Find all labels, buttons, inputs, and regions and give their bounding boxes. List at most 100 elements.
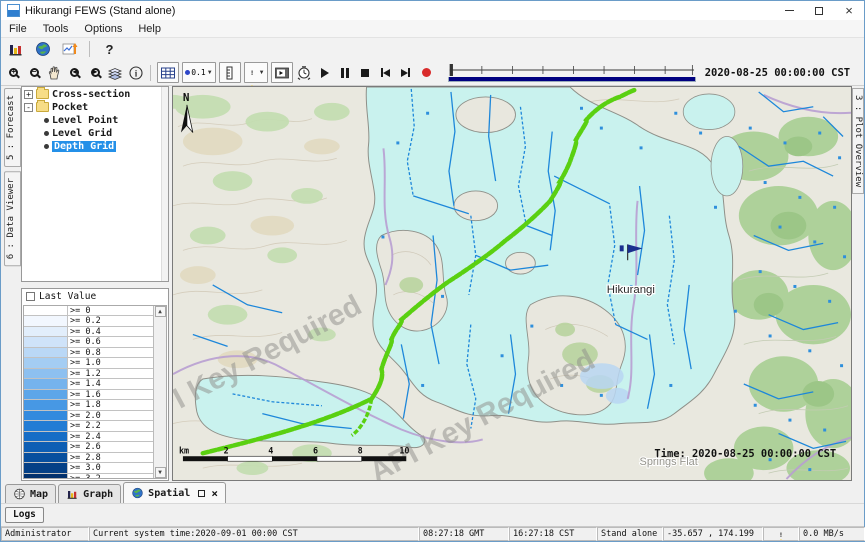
skip-start-button[interactable] — [377, 63, 394, 83]
legend-swatch — [24, 337, 68, 347]
folder-icon — [36, 102, 49, 112]
expander-icon[interactable]: - — [24, 103, 33, 112]
warnings-dropdown[interactable]: ! ▼ — [244, 62, 268, 83]
bottom-tab-bar: Map Graph Spatial × — [1, 481, 864, 503]
close-button[interactable]: × — [834, 1, 864, 20]
tab-label: Graph — [83, 489, 113, 500]
toolbar-separator — [150, 65, 151, 81]
tab-map[interactable]: Map — [5, 484, 56, 503]
grid-display-button[interactable] — [157, 62, 179, 83]
expander-icon[interactable]: + — [24, 90, 33, 99]
scroll-up-icon[interactable]: ▲ — [155, 306, 166, 317]
scroll-down-icon[interactable]: ▼ — [155, 467, 166, 478]
tree-scrollbar[interactable] — [161, 87, 168, 281]
scale-tick: 10 — [399, 445, 409, 455]
legend-row: >= 1.6 — [24, 390, 166, 401]
play-button[interactable] — [316, 63, 333, 83]
status-coordinates: -35.657 , 174.199 — [663, 527, 763, 541]
legend-swatch — [24, 348, 68, 358]
class-interval-dropdown[interactable]: 0.1 ▼ — [182, 62, 215, 83]
time-slider-handle[interactable] — [450, 64, 453, 76]
tab-close-icon[interactable]: × — [211, 487, 218, 500]
tree-item-label[interactable]: Level Point — [52, 115, 118, 126]
logs-row: Logs — [1, 503, 864, 526]
time-slider-track[interactable] — [448, 64, 696, 76]
record-button[interactable] — [418, 63, 435, 83]
legend-value: >= 1.4 — [68, 379, 166, 389]
timeseries-button[interactable] — [59, 39, 80, 59]
bullet-icon — [44, 131, 49, 136]
tree-item-level-grid[interactable]: Level Grid — [44, 127, 168, 139]
skip-end-button[interactable] — [397, 63, 414, 83]
map-display-button[interactable] — [32, 39, 53, 59]
legend-row: >= 1.0 — [24, 358, 166, 369]
tab-spatial[interactable]: Spatial × — [123, 482, 226, 503]
legend-scrollbar[interactable]: ▲ ▼ — [153, 306, 166, 478]
legend-value: >= 2.6 — [68, 442, 166, 452]
tree-item-label[interactable]: Level Grid — [52, 128, 112, 139]
legend-value: >= 1.6 — [68, 390, 166, 400]
tab-plot-overview[interactable]: 3 : Plot Overview — [852, 88, 864, 194]
legend-row: >= 0.2 — [24, 316, 166, 327]
scale-tick: 6 — [313, 445, 318, 455]
zoom-in-button[interactable]: + — [5, 63, 22, 83]
zoom-previous-button[interactable]: ◂ — [66, 63, 83, 83]
legend-row: >= 1.2 — [24, 369, 166, 380]
record-icon — [422, 68, 431, 77]
last-value-checkbox[interactable] — [26, 292, 35, 301]
tab-graph[interactable]: Graph — [58, 484, 121, 503]
map-canvas[interactable]: API Key Required API Key Required N km 2… — [173, 87, 851, 480]
menu-tools[interactable]: Tools — [35, 21, 77, 37]
map-view[interactable]: API Key Required API Key Required N km 2… — [172, 86, 852, 481]
warning-icon: ! — [776, 529, 787, 539]
legend-row: >= 2.6 — [24, 442, 166, 453]
pause-button[interactable] — [336, 63, 353, 83]
pan-button[interactable] — [46, 63, 63, 83]
tree-item-label[interactable]: Pocket — [52, 102, 88, 113]
time-slider[interactable] — [448, 64, 696, 82]
scale-bar-button[interactable] — [219, 62, 241, 83]
status-warning[interactable]: ! — [763, 527, 799, 541]
info-button[interactable]: i — [127, 63, 144, 83]
legend-row: >= 3.2 — [24, 474, 166, 479]
app-icon — [7, 4, 20, 17]
minimize-button[interactable] — [774, 1, 804, 20]
legend-row: >= 2.0 — [24, 411, 166, 422]
tree-item-label[interactable]: Cross-section — [52, 89, 130, 100]
tab-data-viewer[interactable]: 6 : Data Viewer — [4, 171, 21, 266]
tree-item-pocket[interactable]: - Pocket — [24, 101, 168, 113]
menu-options[interactable]: Options — [76, 21, 130, 37]
help-button[interactable]: ? — [99, 39, 120, 59]
legend-value: >= 0.6 — [68, 337, 166, 347]
animation-panel-button[interactable] — [271, 62, 293, 83]
zoom-out-button[interactable]: − — [25, 63, 42, 83]
fews-window: { "window": { "title": "Hikurangi FEWS (… — [0, 0, 865, 542]
tree-item-cross-section[interactable]: + Cross-section — [24, 88, 168, 100]
tree-item-level-point[interactable]: Level Point — [44, 114, 168, 126]
zoom-next-button[interactable]: ▸ — [86, 63, 103, 83]
animation-timer-button[interactable] — [296, 63, 313, 83]
stop-button[interactable] — [357, 63, 374, 83]
maximize-button[interactable] — [804, 1, 834, 20]
globe-icon — [13, 488, 26, 500]
layers-button[interactable] — [107, 63, 124, 83]
tab-label: Spatial — [148, 488, 190, 499]
status-bar: Administrator Current system time:2020-0… — [1, 526, 864, 541]
logs-button[interactable]: Logs — [5, 507, 44, 523]
status-user: Administrator — [1, 527, 89, 541]
legend-value: >= 3.0 — [68, 463, 166, 473]
tab-forecast[interactable]: 5 : Forecast — [4, 88, 21, 167]
globe-icon — [131, 487, 144, 499]
menu-file[interactable]: File — [1, 21, 35, 37]
tab-maximize-icon[interactable] — [198, 490, 205, 497]
tree-item-label-selected[interactable]: Depth Grid — [52, 141, 116, 152]
menu-help[interactable]: Help — [130, 21, 169, 37]
database-chart-button[interactable] — [5, 39, 26, 59]
legend-row: >= 0.4 — [24, 327, 166, 338]
tree-item-depth-grid[interactable]: Depth Grid — [44, 140, 168, 152]
toolbar-main: ? — [1, 38, 864, 60]
left-tab-strip: 5 : Forecast 6 : Data Viewer — [1, 86, 21, 481]
dot-icon — [185, 70, 190, 75]
status-local-time: 16:27:18 CST — [509, 527, 597, 541]
window-title: Hikurangi FEWS (Stand alone) — [25, 5, 175, 17]
